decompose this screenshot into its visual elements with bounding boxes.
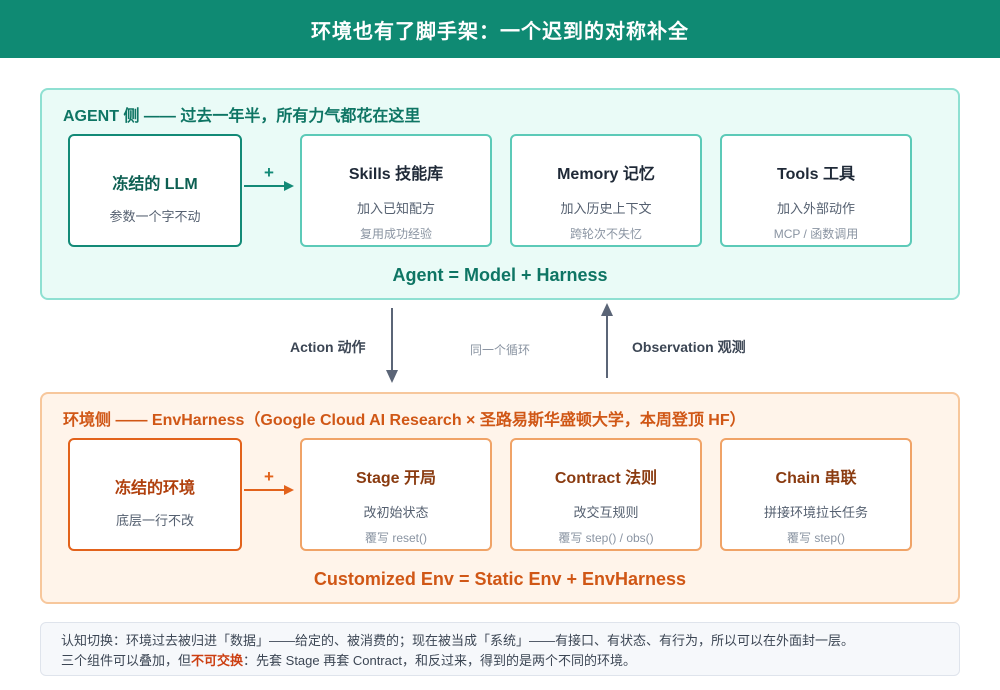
contract-desc: 改交互规则: [573, 505, 639, 520]
memory-desc: 加入历史上下文: [560, 201, 652, 216]
frozen-llm-card: 冻结的 LLM 参数一个字不动: [68, 134, 242, 247]
memory-card: Memory 记忆 加入历史上下文 跨轮次不失忆: [510, 134, 702, 247]
frozen-env-title: 冻结的环境: [114, 480, 195, 497]
tools-desc: 加入外部动作: [776, 201, 855, 216]
tools-card: Tools 工具 加入外部动作 MCP / 函数调用: [720, 134, 912, 247]
skills-desc: 加入已知配方: [356, 201, 435, 216]
tools-title: Tools 工具: [777, 166, 855, 183]
action-label: Action 动作: [290, 339, 366, 355]
env-link-arrow-icon: [244, 485, 294, 495]
env-formula: Customized Env = Static Env + EnvHarness: [313, 569, 687, 589]
stage-desc: 改初始状态: [363, 505, 429, 520]
contract-card: Contract 法则 改交互规则 覆写 step() / obs(): [510, 438, 702, 551]
page-title: 环境也有了脚手架：一个迟到的对称补全: [311, 20, 689, 43]
tools-subdesc: MCP / 函数调用: [773, 227, 859, 241]
contract-subdesc: 覆写 step() / obs(): [558, 531, 654, 545]
title-banner: 环境也有了脚手架：一个迟到的对称补全: [0, 0, 1000, 58]
stage-card: Stage 开局 改初始状态 覆写 reset(): [300, 438, 492, 551]
note-line-2: 三个组件可以叠加，但不可交换：先套 Stage 再套 Contract，和反过来…: [61, 651, 939, 671]
stage-title: Stage 开局: [355, 470, 437, 487]
frozen-env-card: 冻结的环境 底层一行不改: [68, 438, 242, 551]
observation-label: Observation 观测: [632, 339, 746, 355]
agent-panel: AGENT 侧 —— 过去一年半，所有力气都花在这里 冻结的 LLM 参数一个字…: [40, 88, 960, 300]
note-line-2-start: 三个组件可以叠加，但: [61, 653, 192, 668]
insight-note: 认知切换：环境过去被归进「数据」——给定的、被消费的；现在被当成「系统」——有接…: [40, 622, 960, 676]
note-line-1: 认知切换：环境过去被归进「数据」——给定的、被消费的；现在被当成「系统」——有接…: [61, 633, 855, 648]
note-emphasis: 不可交换: [191, 653, 244, 668]
frozen-env-desc: 底层一行不改: [115, 513, 194, 528]
env-panel-heading: 环境侧 —— EnvHarness（Google Cloud AI Resear…: [63, 412, 746, 429]
chain-title: Chain 串联: [775, 470, 857, 487]
contract-title: Contract 法则: [554, 470, 658, 487]
agent-panel-heading: AGENT 侧 —— 过去一年半，所有力气都花在这里: [63, 108, 421, 125]
agent-formula: Agent = Model + Harness: [392, 265, 608, 285]
note-line-2-end: ：先套 Stage 再套 Contract，和反过来，得到的是两个不同的环境。: [243, 653, 636, 668]
chain-desc: 拼接环境拉长任务: [763, 505, 868, 520]
memory-title: Memory 记忆: [557, 166, 655, 183]
agent-link-arrow-icon: [244, 181, 294, 191]
skills-subdesc: 复用成功经验: [359, 227, 432, 241]
action-down-arrow-icon: [386, 308, 398, 383]
chain-card: Chain 串联 拼接环境拉长任务 覆写 step(): [720, 438, 912, 551]
stage-subdesc: 覆写 reset(): [364, 531, 427, 545]
skills-card: Skills 技能库 加入已知配方 复用成功经验: [300, 134, 492, 247]
env-panel: 环境侧 —— EnvHarness（Google Cloud AI Resear…: [40, 392, 960, 604]
skills-title: Skills 技能库: [348, 166, 444, 183]
memory-subdesc: 跨轮次不失忆: [569, 227, 642, 241]
observation-up-arrow-icon: [601, 303, 613, 378]
frozen-llm-desc: 参数一个字不动: [109, 209, 201, 224]
frozen-llm-title: 冻结的 LLM: [112, 176, 198, 193]
chain-subdesc: 覆写 step(): [786, 531, 845, 545]
loop-label: 同一个循环: [470, 343, 531, 357]
